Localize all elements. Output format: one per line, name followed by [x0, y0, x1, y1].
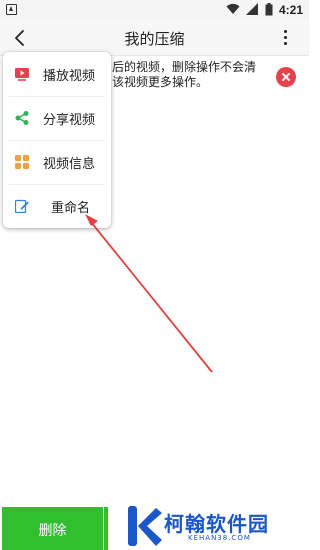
watermark-url: KEHAN38.COM — [188, 534, 251, 542]
watermark-text: 柯翰软件园 — [164, 512, 269, 536]
delete-button[interactable]: 删除 — [2, 507, 103, 550]
watermark-logo — [128, 506, 162, 546]
watermark: 柯翰软件园 KEHAN38.COM — [118, 498, 309, 550]
bottom-bar-strip — [104, 507, 108, 550]
annotation-arrow — [85, 214, 213, 373]
delete-label: 删除 — [38, 523, 67, 539]
